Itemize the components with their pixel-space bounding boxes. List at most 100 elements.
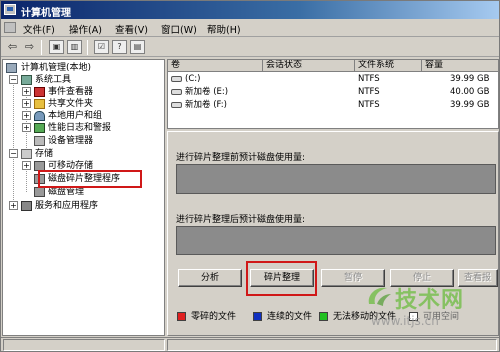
back-icon[interactable]: ⇦ bbox=[5, 40, 20, 54]
tree-item-device-manager[interactable]: 设备管理器 bbox=[22, 135, 162, 147]
legend-contiguous: 连续的文件 bbox=[253, 311, 323, 323]
legend-label: 连续的文件 bbox=[267, 312, 313, 322]
expand-icon[interactable]: + bbox=[22, 161, 31, 170]
title-bar[interactable]: 计算机管理 bbox=[1, 1, 499, 19]
toolbar-separator bbox=[41, 40, 42, 55]
tree-item-perf-logs[interactable]: + 性能日志和警报 bbox=[22, 122, 162, 134]
users-icon bbox=[34, 111, 45, 121]
tree-item-storage[interactable]: − 存储 bbox=[9, 148, 159, 160]
volume-name: 新加卷 (F:) bbox=[185, 100, 227, 110]
volume-capacity: 39.99 GB bbox=[450, 74, 490, 84]
tools-icon bbox=[21, 75, 32, 85]
expand-icon[interactable]: + bbox=[22, 111, 31, 120]
tree-label: 设备管理器 bbox=[48, 136, 94, 146]
watermark-logo-icon bbox=[368, 287, 391, 306]
window-title: 计算机管理 bbox=[21, 8, 71, 19]
volume-list-header: 卷 会话状态 文件系统 容量 bbox=[168, 60, 498, 72]
volume-fs: NTFS bbox=[358, 87, 380, 97]
tree-label: 本地用户和组 bbox=[48, 111, 103, 121]
tree-label: 计算机管理(本地) bbox=[21, 63, 92, 73]
window-icon[interactable]: ▤ bbox=[130, 40, 145, 54]
shared-folder-icon bbox=[34, 99, 45, 109]
menu-bar: 文件(F) 操作(A) 查看(V) 窗口(W) 帮助(H) bbox=[1, 19, 499, 37]
after-defrag-label: 进行碎片整理后预计磁盘使用量: bbox=[176, 215, 306, 225]
console-tree: 计算机管理(本地) − 系统工具 + 事件查看器 + 共享文件夹 + 本地用户和… bbox=[2, 59, 165, 336]
tree-item-system-tools[interactable]: − 系统工具 bbox=[9, 74, 159, 86]
volume-capacity: 40.00 GB bbox=[450, 87, 490, 97]
volume-fs: NTFS bbox=[358, 100, 380, 110]
legend-swatch bbox=[253, 312, 262, 321]
collapse-icon[interactable]: − bbox=[9, 149, 18, 158]
drive-icon bbox=[171, 88, 182, 95]
tree-label: 系统工具 bbox=[35, 75, 72, 85]
status-bar bbox=[1, 337, 499, 351]
tree-label: 共享文件夹 bbox=[48, 99, 94, 109]
properties-icon[interactable]: ☑ bbox=[94, 40, 109, 54]
performance-icon bbox=[34, 123, 45, 133]
column-header-capacity[interactable]: 容量 bbox=[422, 60, 498, 72]
after-defrag-usage-bar bbox=[176, 226, 496, 255]
toolbar-separator bbox=[87, 40, 88, 55]
tree-label: 存储 bbox=[35, 149, 54, 159]
drive-icon bbox=[171, 75, 182, 82]
tree-item-local-users[interactable]: + 本地用户和组 bbox=[22, 110, 162, 122]
tree-item-shared-folders[interactable]: + 共享文件夹 bbox=[22, 98, 162, 110]
tree-label: 服务和应用程序 bbox=[35, 201, 99, 211]
watermark-url: www.itjs.cn bbox=[371, 314, 439, 328]
drive-icon bbox=[171, 101, 182, 108]
tree-label: 事件查看器 bbox=[48, 87, 94, 97]
toolbar: ⇦ ⇨ ▣ ▥ ☑ ? ▤ bbox=[1, 38, 499, 57]
red-highlight-box bbox=[38, 170, 142, 188]
before-defrag-usage-bar bbox=[176, 164, 496, 194]
volume-list: 卷 会话状态 文件系统 容量 (C:) NTFS 39.99 GB 新加卷 (E… bbox=[167, 59, 499, 129]
volume-capacity: 39.99 GB bbox=[450, 100, 490, 110]
expand-icon[interactable]: + bbox=[22, 123, 31, 132]
column-header-volume[interactable]: 卷 bbox=[168, 60, 263, 72]
collapse-icon[interactable]: − bbox=[9, 75, 18, 84]
legend-swatch bbox=[177, 312, 186, 321]
device-manager-icon bbox=[34, 136, 45, 146]
help-icon[interactable]: ? bbox=[112, 40, 127, 54]
tree-item-event-viewer[interactable]: + 事件查看器 bbox=[22, 86, 162, 98]
volume-fs: NTFS bbox=[358, 74, 380, 84]
computer-management-icon bbox=[4, 4, 16, 15]
forward-icon[interactable]: ⇨ bbox=[22, 40, 37, 54]
legend-fragmented: 零碎的文件 bbox=[177, 311, 247, 323]
watermark: 技术网 www.itjs.cn bbox=[365, 282, 495, 332]
expand-icon[interactable]: + bbox=[9, 201, 18, 210]
services-icon bbox=[21, 201, 32, 211]
volume-name: 新加卷 (E:) bbox=[185, 87, 229, 97]
show-tree-icon[interactable]: ▥ bbox=[67, 40, 82, 54]
tree-line bbox=[13, 76, 14, 202]
before-defrag-label: 进行碎片整理前预计磁盘使用量: bbox=[176, 153, 306, 163]
menu-view[interactable]: 查看(V) bbox=[115, 22, 148, 36]
storage-icon bbox=[21, 149, 32, 159]
menu-file[interactable]: 文件(F) bbox=[23, 22, 55, 36]
tree-label: 性能日志和警报 bbox=[48, 123, 112, 133]
expand-icon[interactable]: + bbox=[22, 99, 31, 108]
legend-label: 零碎的文件 bbox=[191, 312, 237, 322]
analyze-button[interactable]: 分析 bbox=[178, 269, 242, 287]
tree-item-root[interactable]: 计算机管理(本地) bbox=[6, 62, 156, 74]
red-highlight-box bbox=[246, 261, 317, 296]
menu-help[interactable]: 帮助(H) bbox=[207, 22, 241, 36]
volume-name: (C:) bbox=[185, 74, 201, 84]
expand-icon[interactable]: + bbox=[22, 87, 31, 96]
mdi-system-icon[interactable] bbox=[4, 22, 16, 33]
up-icon[interactable]: ▣ bbox=[49, 40, 64, 54]
volume-row[interactable]: 新加卷 (E:) NTFS 40.00 GB bbox=[168, 86, 498, 99]
column-header-file-system[interactable]: 文件系统 bbox=[355, 60, 422, 72]
legend-swatch bbox=[319, 312, 328, 321]
menu-window[interactable]: 窗口(W) bbox=[161, 22, 197, 36]
event-viewer-icon bbox=[34, 87, 45, 97]
status-cell bbox=[3, 339, 165, 351]
tree-item-services[interactable]: + 服务和应用程序 bbox=[9, 200, 159, 212]
disk-management-icon bbox=[34, 187, 45, 197]
computer-icon bbox=[6, 63, 17, 73]
menu-action[interactable]: 操作(A) bbox=[69, 22, 102, 36]
volume-row[interactable]: (C:) NTFS 39.99 GB bbox=[168, 73, 498, 86]
computer-management-window: 计算机管理 文件(F) 操作(A) 查看(V) 窗口(W) 帮助(H) ⇦ ⇨ … bbox=[0, 0, 500, 352]
volume-row[interactable]: 新加卷 (F:) NTFS 39.99 GB bbox=[168, 99, 498, 112]
column-header-session-status[interactable]: 会话状态 bbox=[263, 60, 355, 72]
status-cell bbox=[167, 339, 497, 351]
